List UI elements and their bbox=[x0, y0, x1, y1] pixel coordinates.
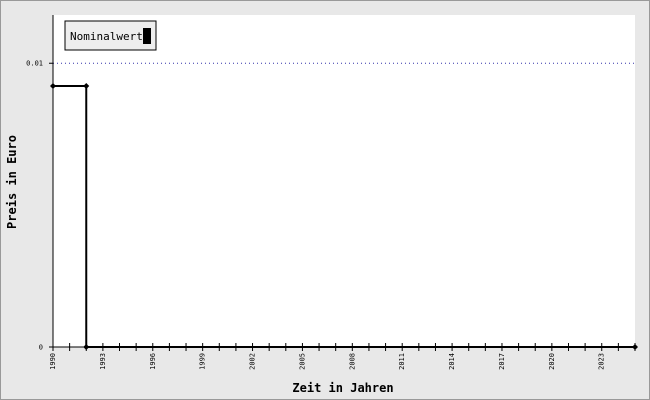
x-tick-label: 1993 bbox=[99, 353, 107, 370]
x-tick-label: 2005 bbox=[298, 353, 306, 370]
x-tick-label: 2002 bbox=[249, 353, 257, 370]
legend-label: Nominalwert bbox=[70, 30, 143, 43]
x-tick-label: 1999 bbox=[199, 353, 207, 370]
x-tick-label: 2008 bbox=[348, 353, 356, 370]
legend-swatch bbox=[143, 28, 151, 44]
x-tick-label: 2014 bbox=[448, 353, 456, 370]
x-tick-label: 2011 bbox=[398, 353, 406, 370]
x-tick-label: 2023 bbox=[598, 353, 606, 370]
x-tick-label: 2020 bbox=[548, 353, 556, 370]
x-tick-label: 2017 bbox=[498, 353, 506, 370]
legend: Nominalwert bbox=[64, 20, 157, 51]
x-tick-label: 1996 bbox=[149, 353, 157, 370]
y-tick-label: 0.01 bbox=[26, 60, 43, 68]
chart: 1990 1993 1996 1999 2002 2005 2008 2011 2014 2017… bbox=[0, 0, 650, 400]
x-axis-title: Zeit in Jahren bbox=[292, 381, 393, 395]
plot-area bbox=[53, 15, 635, 347]
y-axis-title: Preis in Euro bbox=[5, 135, 19, 229]
x-tick-label: 1990 bbox=[49, 353, 57, 370]
y-tick-label: 0 bbox=[39, 344, 43, 352]
